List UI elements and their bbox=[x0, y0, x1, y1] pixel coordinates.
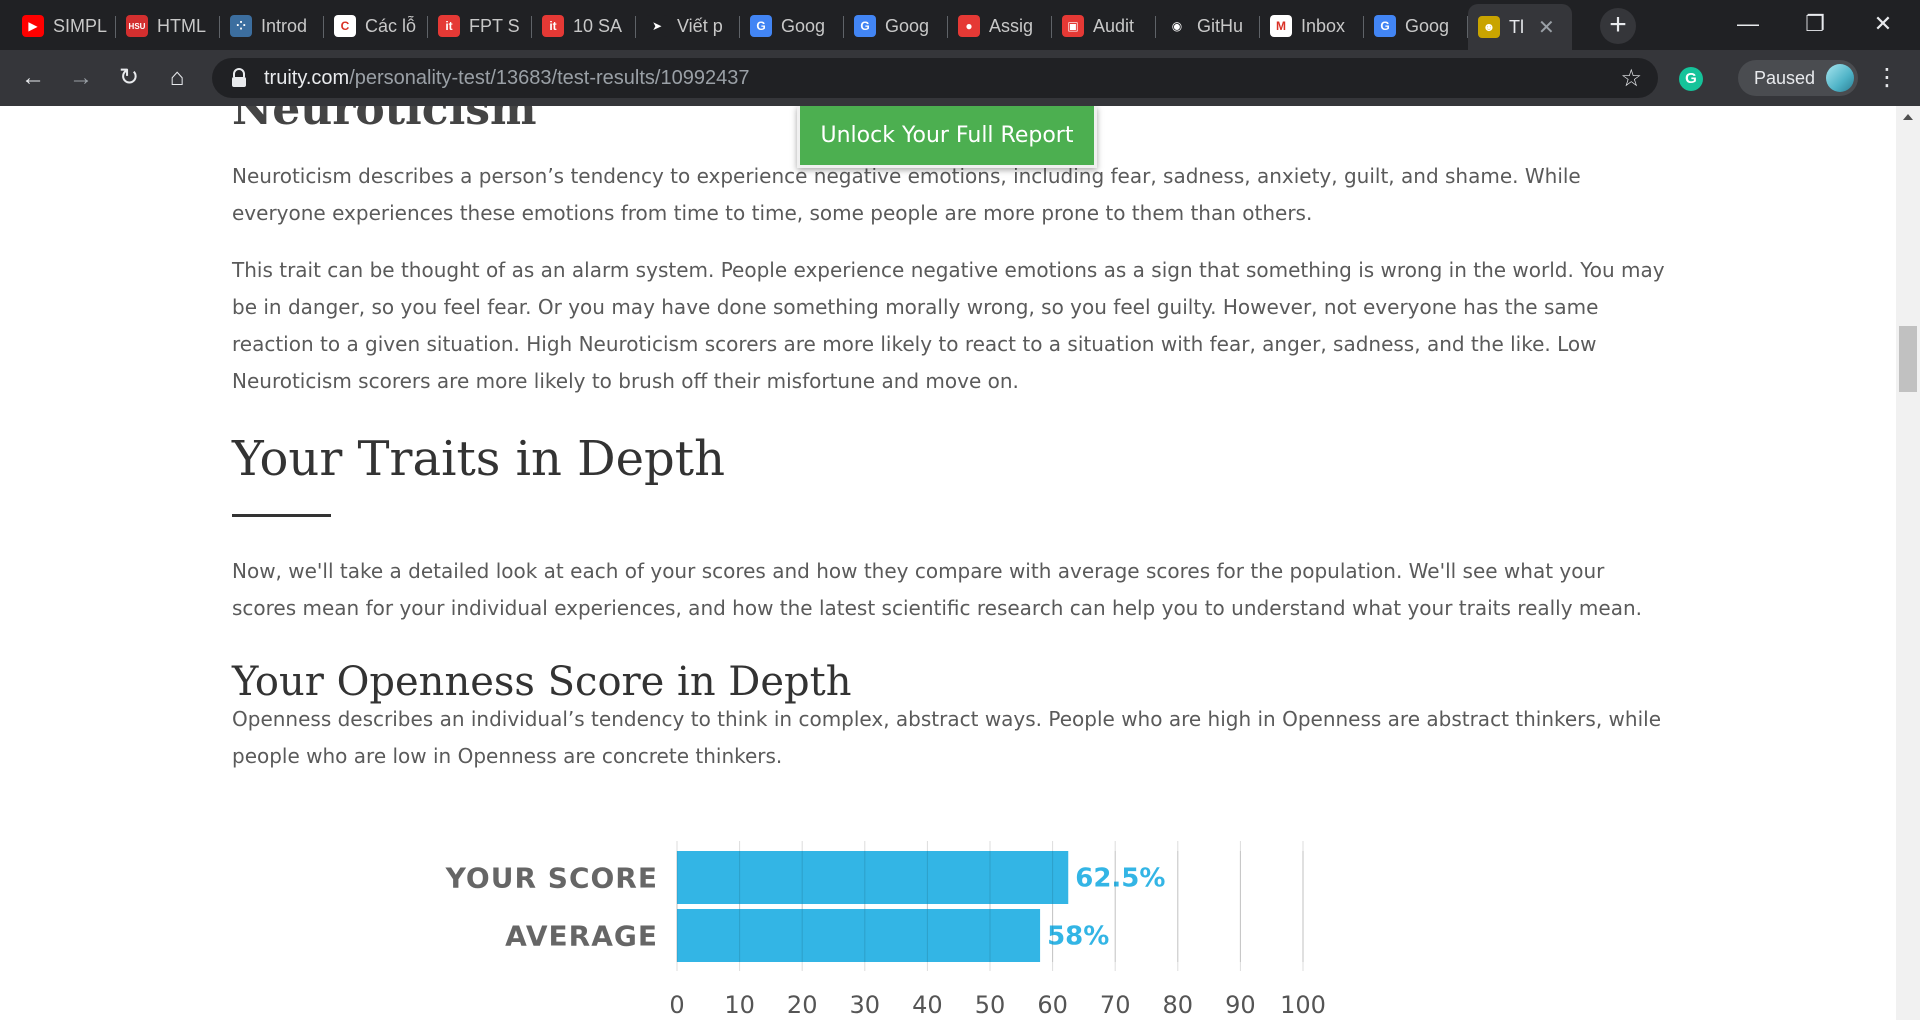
openness-paragraph: Openness describes an individual’s tende… bbox=[232, 707, 1661, 768]
hsu-icon: HSU bbox=[126, 15, 148, 37]
chrome-c-icon: C bbox=[334, 15, 356, 37]
browser-tab[interactable]: ⁘ Introd bbox=[220, 6, 324, 46]
x-tick-label: 100 bbox=[1280, 991, 1326, 1019]
bar-value-label: 62.5% bbox=[1075, 864, 1165, 894]
truity-icon: ☻ bbox=[1478, 16, 1500, 38]
tab-title: Viết p bbox=[677, 15, 723, 36]
browser-tab[interactable]: it 10 SA bbox=[532, 6, 636, 46]
x-tick-label: 30 bbox=[850, 991, 881, 1019]
scroll-up-arrow-icon[interactable] bbox=[1903, 114, 1913, 120]
tab-title: HTML bbox=[157, 15, 206, 36]
tab-close-icon[interactable]: ✕ bbox=[1538, 15, 1555, 40]
tab-title: Tl bbox=[1509, 16, 1524, 37]
home-icon[interactable]: ⌂ bbox=[159, 60, 195, 96]
url-path: /personality-test/13683/test-results/109… bbox=[349, 66, 750, 89]
tab-title: Assig bbox=[989, 15, 1034, 36]
score-bar bbox=[677, 851, 1069, 904]
bar-category-label: YOUR SCORE bbox=[445, 862, 658, 895]
gmail-icon: M bbox=[1270, 15, 1292, 37]
browser-tab[interactable]: it FPT S bbox=[428, 6, 532, 46]
tab-title: SIMPL bbox=[53, 15, 108, 36]
reload-icon[interactable]: ↻ bbox=[111, 60, 147, 96]
traits-heading: Your Traits in Depth bbox=[232, 431, 725, 487]
it-icon: it bbox=[542, 15, 564, 37]
tab-title: Goog bbox=[885, 15, 930, 36]
neuroticism-paragraph-2: This trait can be thought of as an alarm… bbox=[232, 258, 1665, 393]
avatar bbox=[1826, 64, 1854, 92]
url-domain: truity.com bbox=[264, 66, 350, 89]
bar-value-label: 58% bbox=[1047, 922, 1109, 952]
tab-title: Các lỗ bbox=[365, 15, 417, 36]
x-tick-label: 0 bbox=[669, 991, 684, 1019]
x-tick-label: 90 bbox=[1225, 991, 1256, 1019]
google-translate-icon: G bbox=[750, 15, 772, 37]
x-tick-label: 10 bbox=[724, 991, 755, 1019]
browser-tab[interactable]: ◉ GitHu bbox=[1156, 6, 1260, 46]
new-tab-button[interactable]: + bbox=[1600, 8, 1636, 44]
scrollbar-thumb[interactable] bbox=[1899, 326, 1917, 392]
bar-category-label: AVERAGE bbox=[505, 920, 658, 953]
heading-underline bbox=[232, 514, 331, 517]
browser-tab-strip: + — ❐ ✕ ▶ SIMPL HSU HTML ⁘ Introd C Các lỗ it FPT… bbox=[0, 0, 1920, 50]
tab-title: Goog bbox=[1405, 15, 1450, 36]
bookmark-star-icon[interactable]: ☆ bbox=[1620, 64, 1642, 93]
openness-heading: Your Openness Score in Depth bbox=[232, 659, 852, 705]
minimize-button[interactable]: — bbox=[1720, 6, 1776, 42]
cursor-icon: ➤ bbox=[646, 15, 668, 37]
page-viewport: Neuroticism Neuroticism describes a pers… bbox=[0, 106, 1896, 1020]
tab-title: 10 SA bbox=[573, 15, 623, 36]
tab-title: FPT S bbox=[469, 15, 520, 36]
tab-title: GitHu bbox=[1197, 15, 1244, 36]
browser-tab[interactable]: ➤ Viết p bbox=[636, 6, 740, 46]
browser-tab[interactable]: G Goog bbox=[844, 6, 948, 46]
it-icon: it bbox=[438, 15, 460, 37]
lock-icon bbox=[230, 68, 248, 88]
x-tick-label: 80 bbox=[1163, 991, 1194, 1019]
openness-score-chart: YOUR SCORE 62.5% AVERAGE 58% 0 10 20 30 40 50 60 70… bbox=[0, 841, 1896, 1020]
tab-title: Inbox bbox=[1301, 15, 1346, 36]
gift-icon: ▣ bbox=[1062, 15, 1084, 37]
x-tick-label: 40 bbox=[912, 991, 943, 1019]
profile-status: Paused bbox=[1754, 67, 1816, 88]
restore-button[interactable]: ❐ bbox=[1787, 6, 1843, 42]
assignment-icon: ● bbox=[958, 15, 980, 37]
browser-tab[interactable]: ☻ Tl ✕ bbox=[1468, 4, 1572, 50]
address-bar[interactable]: truity.com/personality-test/13683/test-r… bbox=[212, 58, 1658, 98]
back-arrow-icon[interactable]: ← bbox=[15, 60, 51, 96]
x-tick-label: 60 bbox=[1037, 991, 1068, 1019]
browser-tab[interactable]: G Goog bbox=[740, 6, 844, 46]
more-menu-icon[interactable]: ⋮ bbox=[1872, 60, 1902, 96]
tab-title: Audit bbox=[1093, 15, 1135, 36]
traits-paragraph: Now, we'll take a detailed look at each … bbox=[232, 559, 1643, 620]
neuroticism-heading: Neuroticism bbox=[232, 106, 537, 135]
youtube-icon: ▶ bbox=[22, 15, 44, 37]
browser-tab[interactable]: ▣ Audit bbox=[1052, 6, 1156, 46]
score-bar bbox=[677, 909, 1041, 962]
x-tick-label: 50 bbox=[975, 991, 1006, 1019]
openness-chart-svg: YOUR SCORE 62.5% AVERAGE 58% 0 10 20 30 40 50 60 70… bbox=[445, 841, 1326, 1019]
tab-title: Introd bbox=[261, 15, 308, 36]
profile-button[interactable]: Paused bbox=[1738, 60, 1858, 96]
close-window-button[interactable]: ✕ bbox=[1855, 6, 1911, 42]
dots-icon: ⁘ bbox=[230, 15, 252, 37]
page-scrollbar[interactable] bbox=[1896, 106, 1920, 1020]
google-translate-icon: G bbox=[1374, 15, 1396, 37]
browser-tab[interactable]: C Các lỗ bbox=[324, 6, 428, 46]
browser-toolbar: ← → ↻ ⌂ truity.com/personality-test/1368… bbox=[0, 50, 1920, 106]
browser-tab[interactable]: ▶ SIMPL bbox=[12, 6, 116, 46]
browser-tab[interactable]: M Inbox bbox=[1260, 6, 1364, 46]
x-tick-label: 70 bbox=[1100, 991, 1131, 1019]
neuroticism-paragraph-1: Neuroticism describes a person’s tendenc… bbox=[232, 164, 1581, 225]
grammarly-extension-icon[interactable]: G bbox=[1679, 67, 1703, 91]
google-translate-icon: G bbox=[854, 15, 876, 37]
unlock-full-report-button[interactable]: Unlock Your Full Report bbox=[797, 106, 1097, 168]
browser-tab[interactable]: G Goog bbox=[1364, 6, 1468, 46]
tab-title: Goog bbox=[781, 15, 826, 36]
browser-tab[interactable]: ● Assig bbox=[948, 6, 1052, 46]
browser-tab[interactable]: HSU HTML bbox=[116, 6, 220, 46]
x-tick-label: 20 bbox=[787, 991, 818, 1019]
github-icon: ◉ bbox=[1166, 15, 1188, 37]
forward-arrow-icon[interactable]: → bbox=[63, 60, 99, 96]
